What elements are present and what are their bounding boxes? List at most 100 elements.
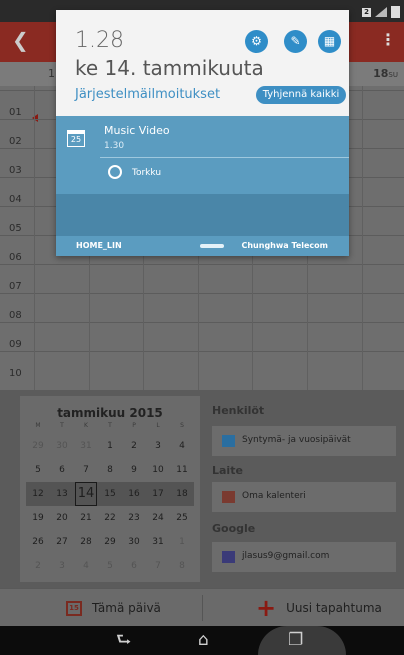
calendar-day[interactable]: 31: [74, 434, 98, 458]
calendar-day[interactable]: 1: [170, 530, 194, 554]
calendar-day[interactable]: 10: [146, 458, 170, 482]
calendar-day[interactable]: 1: [98, 434, 122, 458]
grid-icon[interactable]: ▦: [318, 30, 341, 53]
signal-icon: [375, 7, 387, 17]
clock-time: 1.28: [75, 28, 124, 53]
back-icon[interactable]: ⮑: [116, 631, 131, 649]
calendar-day[interactable]: 7: [146, 554, 170, 578]
hour-label: 02: [9, 136, 22, 147]
calendar-day[interactable]: 25: [170, 506, 194, 530]
hour-row[interactable]: 08: [0, 293, 404, 322]
hour-row[interactable]: 09: [0, 322, 404, 351]
calendar-day[interactable]: 4: [170, 434, 194, 458]
calendar-day[interactable]: 6: [122, 554, 146, 578]
calendar-day[interactable]: 17: [146, 482, 170, 506]
calendar-day[interactable]: 27: [50, 530, 74, 554]
calendar-color-swatch: [222, 491, 235, 503]
weekday-header: MTKTPLS: [26, 422, 194, 429]
status-icons: 2: [362, 6, 400, 18]
notification-title: Music Video: [104, 124, 170, 137]
gear-icon[interactable]: ⚙: [245, 30, 268, 53]
home-icon[interactable]: ⌂: [198, 631, 209, 649]
calendar-day[interactable]: 3: [50, 554, 74, 578]
overflow-menu-icon[interactable]: ⋮: [380, 30, 396, 49]
hour-label: 03: [9, 165, 22, 176]
calendar-day[interactable]: 28: [74, 530, 98, 554]
shade-drag-handle[interactable]: [200, 244, 224, 248]
calendar-day[interactable]: 23: [122, 506, 146, 530]
calendar-day[interactable]: 9: [122, 458, 146, 482]
calendar-day[interactable]: 20: [50, 506, 74, 530]
section-title-google: Google: [212, 522, 256, 535]
calendar-item-label: jlasus9@gmail.com: [242, 551, 330, 561]
action-bar: 15 Tämä päivä + Uusi tapahtuma: [0, 588, 404, 626]
calendar-day[interactable]: 2: [26, 554, 50, 578]
today-outline: 14: [75, 482, 97, 506]
calendar-day[interactable]: 5: [26, 458, 50, 482]
day-column-divider: [362, 86, 363, 390]
hour-row[interactable]: 10: [0, 351, 404, 380]
carrier-left-label: HOME_LIN: [76, 241, 122, 250]
back-chevron-icon[interactable]: ❮: [12, 28, 29, 52]
calendar-item-google-account[interactable]: jlasus9@gmail.com: [212, 542, 396, 572]
battery-icon: [391, 6, 400, 18]
hour-label: 09: [9, 339, 22, 350]
mini-calendar: tammikuu 2015 MTKTPLS 29 30 31 1 2 3 4 5 6 7 8 9 10 1…: [20, 396, 200, 582]
hour-label: 07: [9, 281, 22, 292]
hour-label: 08: [9, 310, 22, 321]
new-event-label: Uusi tapahtuma: [286, 601, 382, 615]
calendar-day[interactable]: 7: [74, 458, 98, 482]
calendar-day[interactable]: 15: [98, 482, 122, 506]
calendar-day[interactable]: 5: [98, 554, 122, 578]
calendar-today-icon: 15: [66, 600, 82, 616]
calendar-day[interactable]: 6: [50, 458, 74, 482]
snooze-button[interactable]: Torkku: [132, 168, 161, 178]
alarm-clock-icon: [108, 165, 122, 179]
calendar-day[interactable]: 24: [146, 506, 170, 530]
calendar-item-label: Oma kalenteri: [242, 491, 306, 501]
system-notifications-link[interactable]: Järjestelmäilmoitukset: [75, 87, 220, 102]
day-column-divider: [34, 86, 35, 390]
calendar-day[interactable]: 29: [26, 434, 50, 458]
carrier-bar: HOME_LIN Chunghwa Telecom: [56, 236, 349, 256]
new-event-button[interactable]: + Uusi tapahtuma: [256, 589, 382, 627]
recents-icon[interactable]: ❐: [288, 631, 303, 649]
calendar-day[interactable]: 31: [146, 530, 170, 554]
calendar-item-birthdays[interactable]: Syntymä- ja vuosipäivät: [212, 426, 396, 456]
calendar-day[interactable]: 2: [122, 434, 146, 458]
calendar-day[interactable]: 12: [26, 482, 50, 506]
calendar-day[interactable]: 3: [146, 434, 170, 458]
clock-date: ke 14. tammikuuta: [75, 56, 264, 80]
calendar-item-own-calendar[interactable]: Oma kalenteri: [212, 482, 396, 512]
calendar-day[interactable]: 26: [26, 530, 50, 554]
calendar-day[interactable]: 18: [170, 482, 194, 506]
notification-time: 1.30: [104, 141, 125, 151]
today-button[interactable]: 15 Tämä päivä: [66, 589, 161, 627]
calendar-day[interactable]: 8: [98, 458, 122, 482]
calendar-day[interactable]: 19: [26, 506, 50, 530]
calendar-day[interactable]: 21: [74, 506, 98, 530]
action-divider: [202, 595, 203, 621]
mini-calendar-title: tammikuu 2015: [57, 406, 163, 420]
calendar-day-today[interactable]: 14: [74, 482, 98, 506]
calendar-day[interactable]: 29: [98, 530, 122, 554]
weekday-label: P: [132, 422, 136, 429]
calendar-day[interactable]: 30: [50, 434, 74, 458]
hour-label: 06: [9, 252, 22, 263]
weekday-label: S: [180, 422, 184, 429]
calendar-day[interactable]: 30: [122, 530, 146, 554]
calendar-day[interactable]: 4: [74, 554, 98, 578]
calendar-item-label: Syntymä- ja vuosipäivät: [242, 435, 351, 445]
weekday-label: M: [35, 422, 41, 429]
clear-all-button[interactable]: Tyhjennä kaikki: [256, 86, 346, 104]
calendar-day[interactable]: 22: [98, 506, 122, 530]
edit-icon[interactable]: ✎: [284, 30, 307, 53]
plus-icon: +: [256, 594, 277, 622]
carrier-right-label: Chunghwa Telecom: [241, 241, 328, 250]
calendar-day[interactable]: 16: [122, 482, 146, 506]
notification-divider: [100, 157, 349, 158]
hour-row[interactable]: 07: [0, 264, 404, 293]
calendar-day[interactable]: 11: [170, 458, 194, 482]
calendar-day[interactable]: 13: [50, 482, 74, 506]
calendar-day[interactable]: 8: [170, 554, 194, 578]
